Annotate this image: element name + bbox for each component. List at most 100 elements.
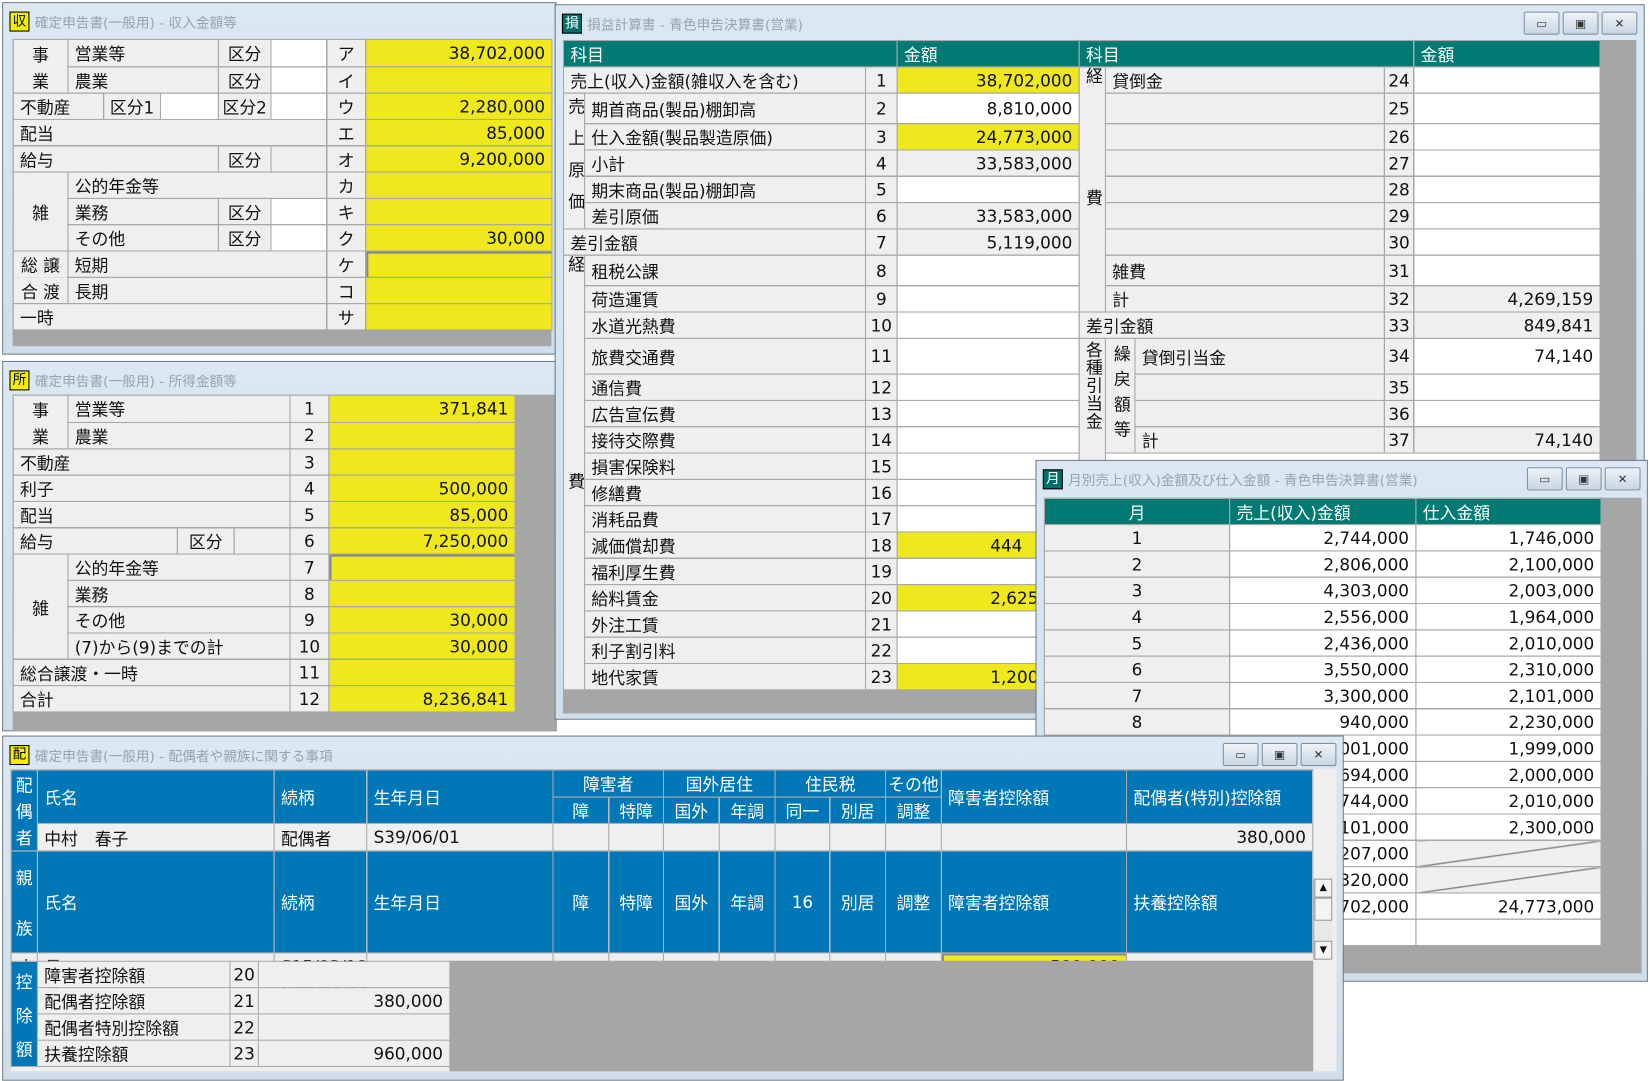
amount-input[interactable] [1413,399,1601,428]
flag-cell[interactable] [552,823,610,852]
purchases-input[interactable]: 24,773,000 [1415,892,1602,920]
title-bar[interactable]: 収確定申告書(一般用) - 収入金額等 [9,9,549,32]
amount-input[interactable]: 38,702,000 [896,66,1080,94]
amount-input[interactable]: 4,269,159 [1413,285,1601,313]
amount-input[interactable] [328,421,516,450]
kubun-input[interactable] [233,527,291,555]
amount-input[interactable] [896,311,1080,339]
amount-input[interactable]: 85,000 [365,118,553,147]
amount-input[interactable]: 24,773,000 [896,123,1080,151]
subject-label[interactable] [1104,202,1385,230]
amount-input[interactable]: 33,583,000 [896,149,1080,177]
kubun-input[interactable] [270,38,328,67]
amount-input[interactable]: 9,200,000 [365,145,553,173]
kubun1-input[interactable] [159,92,219,120]
maximize-button[interactable]: ▣ [1565,467,1602,491]
amount-input[interactable] [896,285,1080,313]
purchases-input[interactable]: 2,000,000 [1415,760,1602,789]
subject-label[interactable] [1104,228,1385,256]
amount-input[interactable]: 74,140 [1413,426,1601,454]
scrollbar[interactable]: ▲ ▼ [1313,878,1333,960]
close-button[interactable]: ✕ [1604,467,1641,491]
shotoku-window[interactable]: 所確定申告書(一般用) - 所得金額等 事業営業等 1 371,841 農業 2 不動… [2,360,557,732]
amount-input[interactable] [896,175,1080,204]
amount-input[interactable]: 8,236,841 [328,685,516,713]
purchases-input[interactable]: 2,003,000 [1415,576,1602,605]
amount-input[interactable] [365,65,553,94]
kubun-input[interactable] [270,224,328,252]
subject-label[interactable] [1104,175,1385,204]
spouse-birthdate[interactable]: S39/06/01 [366,823,554,852]
amount-input[interactable]: 85,000 [328,500,516,529]
amount-input[interactable]: 371,841 [328,394,516,423]
amount-input[interactable] [1413,149,1601,177]
amount-input[interactable] [1413,228,1601,256]
amount-input[interactable]: 8,810,000 [896,92,1080,125]
amount-input[interactable] [365,303,553,331]
title-bar[interactable]: 配確定申告書(一般用) - 配偶者や親族に関する事項 ▭ ▣ ✕ [9,742,1337,767]
amount-input-focused[interactable] [365,250,553,278]
amount-input[interactable]: 849,841 [1413,311,1601,339]
amount-input[interactable]: 500,000 [328,474,516,502]
purchases-input[interactable]: 2,310,000 [1415,655,1602,683]
subject-label[interactable] [1104,123,1385,151]
amount-input[interactable] [1413,92,1601,125]
minimize-button[interactable]: ▭ [1526,467,1563,491]
title-bar[interactable]: 月月別売上(収入)金額及び仕入金額 - 青色申告決算書(営業) ▭ ▣ ✕ [1042,467,1641,491]
flag-cell[interactable] [662,823,720,852]
amount-input[interactable]: 30,000 [328,606,516,634]
scroll-down-arrow-icon[interactable]: ▼ [1314,940,1333,960]
minimize-button[interactable]: ▭ [1523,11,1560,35]
family-window[interactable]: 配確定申告書(一般用) - 配偶者や親族に関する事項 ▭ ▣ ✕ 配偶者 氏名 続柄生… [2,735,1344,1081]
maximize-button[interactable]: ▣ [1261,742,1298,767]
maximize-button[interactable]: ▣ [1562,11,1599,35]
sales-input[interactable]: 940,000 [1229,708,1417,736]
purchases-input[interactable]: 2,300,000 [1415,813,1602,841]
amount-input[interactable] [365,276,553,305]
amount-input[interactable] [896,373,1080,401]
purchases-input[interactable]: 2,230,000 [1415,708,1602,736]
subject-label[interactable] [1104,92,1385,125]
flag-cell[interactable] [718,823,776,852]
amount-input[interactable]: 5,119,000 [896,228,1080,256]
amount-input[interactable]: 2,280,000 [365,92,553,120]
purchases-input[interactable]: 1,746,000 [1415,524,1602,552]
amount-input[interactable]: 7,250,000 [328,527,516,555]
sales-input[interactable]: 2,556,000 [1229,602,1417,631]
amount-input[interactable] [896,337,1080,375]
amount-input[interactable] [1413,254,1601,287]
sales-input[interactable]: 2,744,000 [1229,524,1417,552]
purchases-input[interactable]: 2,101,000 [1415,681,1602,710]
amount-input[interactable]: 33,583,000 [896,202,1080,230]
amount-input[interactable] [1413,202,1601,230]
sales-input[interactable]: 2,436,000 [1229,629,1417,657]
flag-cell[interactable] [608,823,665,852]
sales-input[interactable]: 2,806,000 [1229,550,1417,578]
flag-cell[interactable] [774,823,831,852]
flag-cell[interactable] [885,823,942,852]
sales-input[interactable]: 4,303,000 [1229,576,1417,605]
income-window[interactable]: 収確定申告書(一般用) - 収入金額等 事業営業等 区分 ア 38,702,000 農… [2,2,557,355]
scroll-up-arrow-icon[interactable]: ▲ [1314,878,1333,898]
subject-label[interactable] [1104,149,1385,177]
purchases-input[interactable]: 2,010,000 [1415,629,1602,657]
disabled-deduction-cell[interactable] [940,823,1128,852]
purchases-input[interactable]: 2,100,000 [1415,550,1602,578]
minimize-button[interactable]: ▭ [1222,742,1259,767]
amount-input[interactable] [1413,66,1601,94]
spouse-relation[interactable]: 配偶者 [273,823,368,852]
close-button[interactable]: ✕ [1300,742,1337,767]
amount-input[interactable] [1413,175,1601,204]
kubun-input[interactable] [270,197,328,226]
sales-input[interactable]: 3,300,000 [1229,681,1417,710]
amount-input[interactable]: 30,000 [328,632,516,660]
close-button[interactable]: ✕ [1601,11,1638,35]
amount-input[interactable] [328,579,516,608]
amount-input[interactable]: 74,140 [1413,337,1601,375]
amount-input[interactable] [328,448,516,476]
purchases-input[interactable] [1415,918,1602,947]
title-bar[interactable]: 損損益計算書 - 青色申告決算書(営業) ▭ ▣ ✕ [561,11,1638,35]
sales-input[interactable]: 3,550,000 [1229,655,1417,683]
purchases-input[interactable]: 2,010,000 [1415,787,1602,815]
amount-input[interactable] [896,399,1080,428]
